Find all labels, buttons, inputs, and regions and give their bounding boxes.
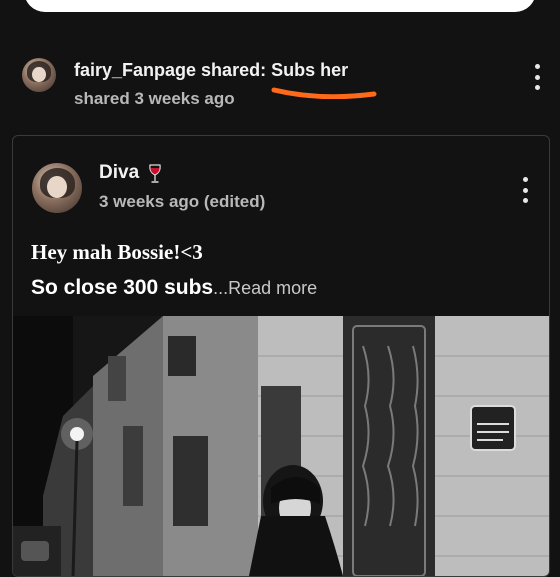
search-bar[interactable] [24, 0, 536, 12]
sharer-line: fairy_Fanpage shared: Subs her [74, 60, 348, 81]
post-time: 3 weeks ago (edited) [99, 192, 266, 211]
post-photo[interactable] [13, 316, 549, 576]
shared-word: shared: [196, 60, 272, 80]
avatar-face [32, 66, 46, 82]
post-text-line-2: So close 300 subs...Read more [31, 276, 317, 300]
author-avatar[interactable] [32, 163, 82, 213]
shared-title[interactable]: Subs her [271, 60, 348, 80]
orange-underline-mark [271, 87, 377, 99]
wine-glass-icon [149, 164, 161, 183]
read-more-link[interactable]: ...Read more [213, 278, 317, 298]
header-more-options-icon[interactable] [532, 64, 542, 90]
post-card: Diva 3 weeks ago (edited) Hey mah Bossie… [12, 135, 550, 577]
share-header: fairy_Fanpage shared: Subs her shared 3 … [0, 52, 560, 116]
shared-time: shared 3 weeks ago [74, 89, 235, 108]
author-name[interactable]: Diva [99, 162, 139, 184]
sharer-name[interactable]: fairy_Fanpage [74, 60, 196, 80]
post-more-options-icon[interactable] [520, 177, 530, 203]
post-text-line-1: Hey mah Bossie!<3 [31, 240, 203, 264]
sharer-avatar[interactable] [22, 58, 56, 92]
post-text-line-2-content: So close 300 subs [31, 276, 214, 299]
avatar-face [47, 175, 67, 198]
